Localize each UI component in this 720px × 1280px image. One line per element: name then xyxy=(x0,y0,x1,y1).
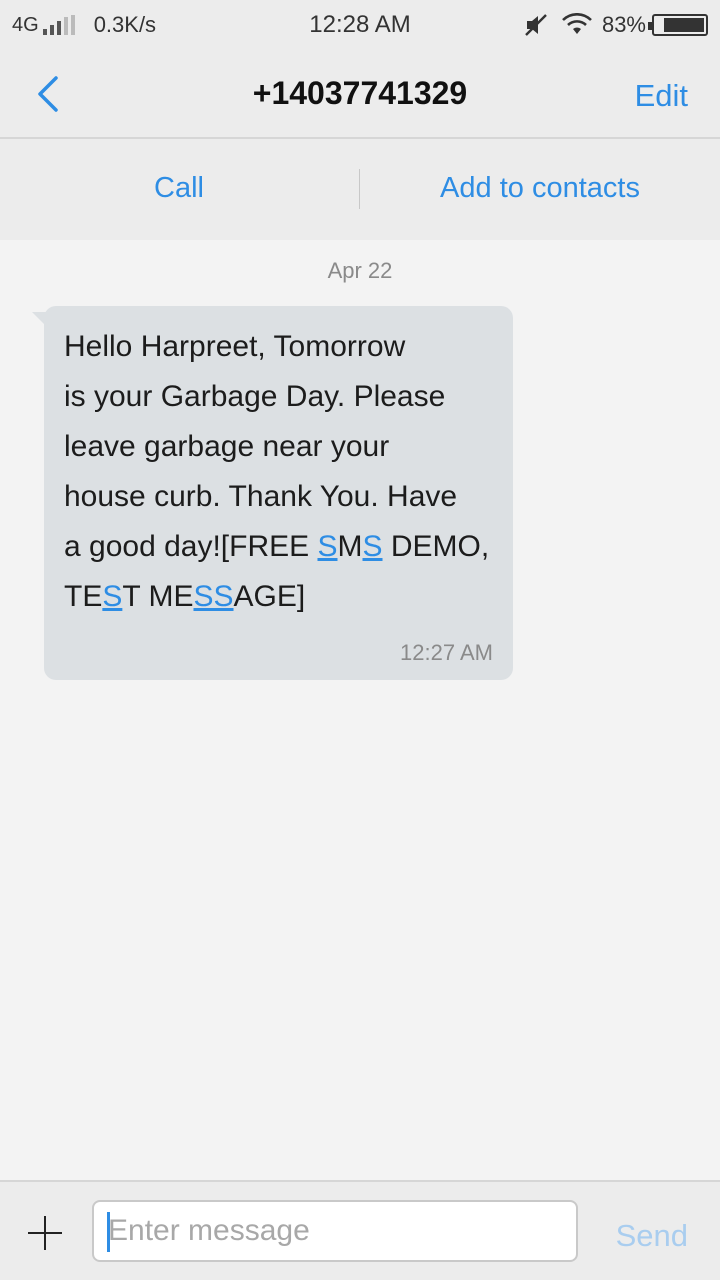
message-text-segment: DEMO, xyxy=(382,530,490,563)
message-composer: Send xyxy=(0,1180,720,1280)
message-date: Apr 22 xyxy=(327,258,393,283)
message-line: is your Garbage Day. Please xyxy=(64,380,446,413)
wifi-icon xyxy=(562,13,592,34)
message-text: Hello Harpreet, Tomorrow is your Garbage… xyxy=(64,322,493,622)
contact-action-bar: Call Add to contacts xyxy=(0,139,720,240)
sms-link[interactable]: S xyxy=(317,530,337,563)
message-line: house curb. Thank You. Have xyxy=(64,480,458,513)
incoming-message-bubble[interactable]: Hello Harpreet, Tomorrow is your Garbage… xyxy=(44,306,513,680)
text-caret xyxy=(107,1212,110,1252)
sms-link[interactable]: S xyxy=(363,530,383,563)
message-timestamp: 12:27 AM xyxy=(400,640,493,665)
message-line: a good day![FREE SMS DEMO, xyxy=(64,522,493,572)
sms-link[interactable]: SS xyxy=(193,580,233,613)
call-button[interactable]: Call xyxy=(0,172,358,205)
chevron-left-icon xyxy=(38,76,58,112)
contact-number-title: +14037741329 xyxy=(252,75,468,111)
sms-link[interactable]: S xyxy=(102,580,122,613)
muted-icon xyxy=(525,14,547,36)
conversation-header: +14037741329 Edit xyxy=(0,50,720,139)
message-line: TEST MESSAGE] xyxy=(64,572,493,622)
battery-percent: 83% xyxy=(601,12,646,37)
edit-button[interactable]: Edit xyxy=(635,78,688,114)
status-bar: 4G 0.3K/s 12:28 AM 83% xyxy=(0,0,720,50)
send-button[interactable]: Send xyxy=(616,1218,688,1254)
attach-plus-icon[interactable] xyxy=(28,1216,62,1250)
back-button[interactable] xyxy=(30,72,70,116)
status-right: 83% xyxy=(524,12,708,38)
message-text-segment: M xyxy=(337,530,363,563)
add-to-contacts-button[interactable]: Add to contacts xyxy=(360,172,720,205)
message-text-segment: T ME xyxy=(122,580,194,613)
message-text-segment: AGE] xyxy=(233,580,306,613)
battery-icon xyxy=(648,14,708,36)
message-text-segment: a good day![FREE xyxy=(64,530,318,563)
message-input[interactable] xyxy=(92,1200,578,1262)
message-text-segment: TE xyxy=(64,580,103,613)
battery-fill xyxy=(664,18,704,32)
message-line: Hello Harpreet, Tomorrow xyxy=(64,330,406,363)
message-line: leave garbage near your xyxy=(64,430,390,463)
